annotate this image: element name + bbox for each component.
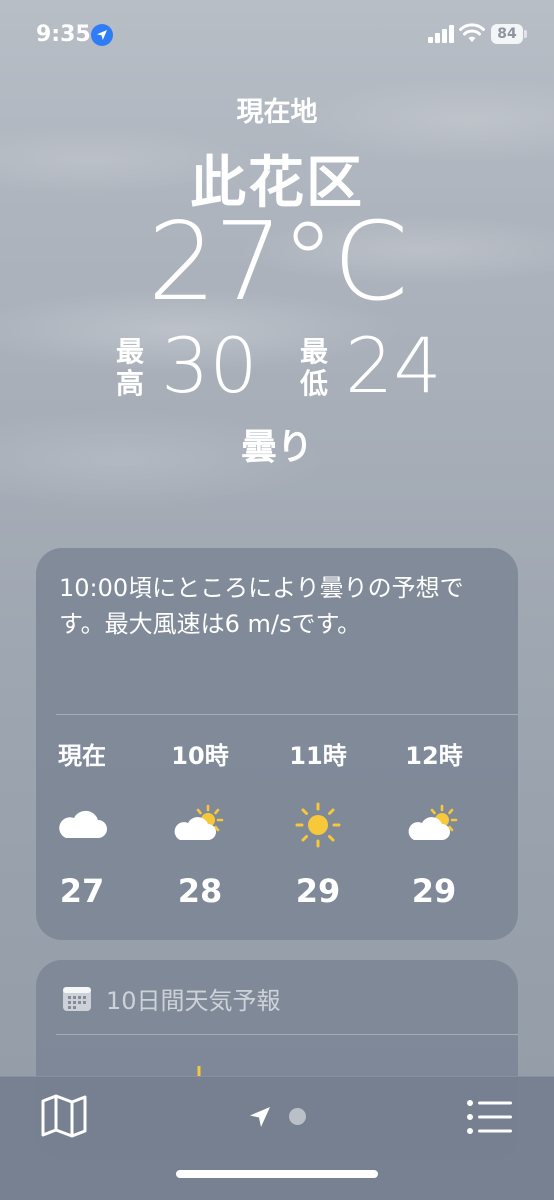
battery-tip <box>524 30 527 38</box>
location-services-icon <box>91 24 113 46</box>
hour-label: 12時 <box>405 742 463 770</box>
high-low-temperature: 最高 30 最低 24 <box>113 326 453 410</box>
hour-label: 11時 <box>289 742 347 770</box>
hour-temperature: 29 <box>295 872 341 910</box>
low-label: 最低 <box>297 336 331 400</box>
partly-sunny-icon <box>408 804 458 840</box>
home-indicator[interactable] <box>176 1170 378 1178</box>
battery-indicator: 84 <box>491 24 523 44</box>
hour-item: 10時 28 <box>142 730 258 920</box>
hour-temperature: 29 <box>411 872 457 910</box>
location-arrow-icon[interactable] <box>248 1105 272 1129</box>
calendar-icon <box>63 987 91 1011</box>
high-temperature: 30 <box>161 321 258 410</box>
hour-temperature: 27 <box>59 872 105 910</box>
hour-temperature: 28 <box>177 872 223 910</box>
hour-item: 現在 27 <box>24 730 140 920</box>
hour-item: 12時 29 <box>376 730 492 920</box>
ten-day-header: 10日間天気予報 <box>62 982 281 1015</box>
low-temperature: 24 <box>345 321 442 410</box>
list-icon[interactable] <box>466 1097 514 1137</box>
hour-label: 現在 <box>58 742 106 770</box>
high-label: 最高 <box>113 336 147 400</box>
hour-item: 11時 29 <box>260 730 376 920</box>
forecast-summary: 10:00頃にところにより曇りの予想です。最大風速は6 m/sです。 <box>59 574 464 638</box>
hour-label: 10時 <box>171 742 229 770</box>
page-indicator-dot[interactable] <box>289 1108 306 1125</box>
partly-sunny-icon <box>174 804 224 840</box>
map-icon[interactable] <box>40 1093 88 1139</box>
card-divider <box>56 714 518 715</box>
cellular-signal-icon <box>428 25 454 43</box>
card-divider <box>56 1034 518 1035</box>
wifi-icon <box>459 23 485 42</box>
hourly-list[interactable]: 現在 27 10時 28 11時 29 12時 29 <box>36 730 518 920</box>
ten-day-title: 10日間天気予報 <box>106 986 281 1015</box>
status-time: 9:35 <box>36 22 91 47</box>
hourly-forecast-card[interactable]: 10:00頃にところにより曇りの予想です。最大風速は6 m/sです。 現在 27… <box>36 548 518 940</box>
sun-icon <box>295 802 341 848</box>
high-label-text: 最高 <box>115 335 144 400</box>
low-label-text: 最低 <box>299 335 328 400</box>
current-temperature: 27°C <box>147 200 409 325</box>
cloud-icon <box>59 810 107 838</box>
location-label: 現在地 <box>236 97 318 128</box>
weather-condition: 曇り <box>240 427 313 468</box>
status-bar: 9:35 84 <box>0 0 554 70</box>
bottom-toolbar <box>0 1076 554 1200</box>
